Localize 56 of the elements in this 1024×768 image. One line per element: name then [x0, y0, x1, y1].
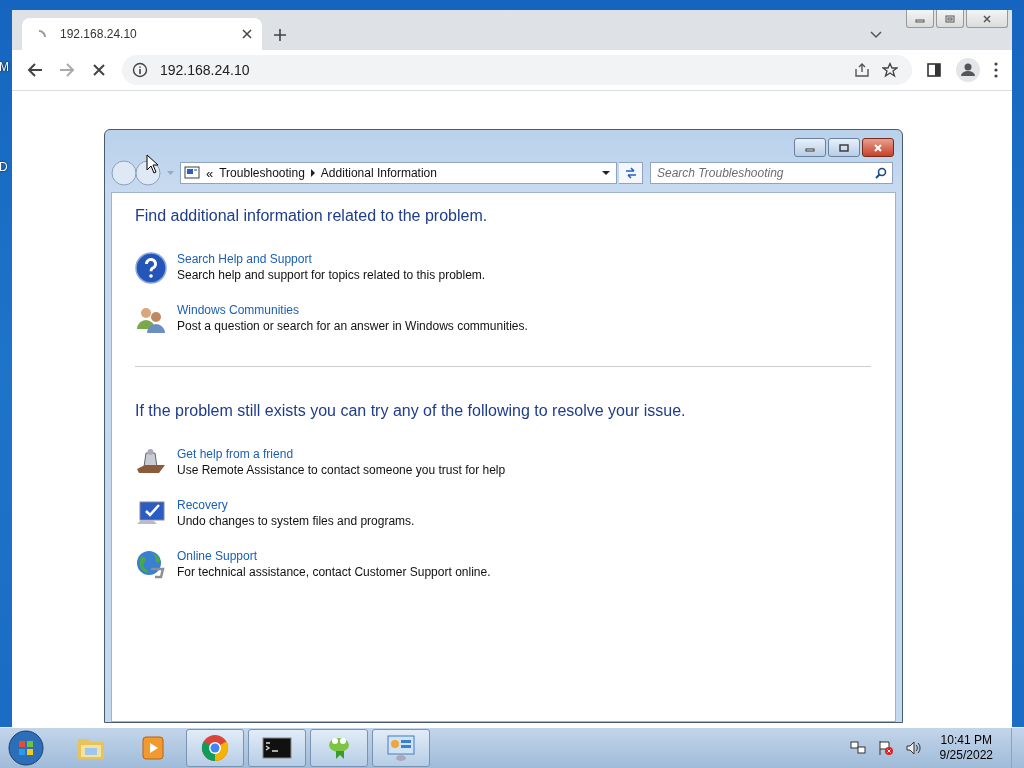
- task-description: For technical assistance, contact Customer Support online.: [177, 565, 491, 579]
- restore-icon: [945, 14, 955, 23]
- section-heading: Find additional information related to the problem.: [135, 207, 489, 225]
- chevron-down-icon[interactable]: [870, 31, 882, 39]
- task-description: Post a question or search for an answer in Windows communities.: [177, 319, 528, 333]
- task-link[interactable]: Windows Communities: [177, 303, 300, 317]
- clock[interactable]: 10:41 PM 9/25/2022: [939, 733, 993, 763]
- chrome-logo-icon: [200, 733, 230, 763]
- close-icon: [982, 14, 992, 23]
- flag-error-icon[interactable]: [877, 740, 894, 756]
- taskbar-app-button[interactable]: [248, 729, 306, 767]
- breadcrumb-bar[interactable]: « Troubleshooting Additional Information: [180, 162, 617, 184]
- refresh-button[interactable]: [619, 162, 643, 184]
- task-description: Undo changes to system files and programs.: [177, 514, 415, 528]
- help-icon[interactable]: [135, 252, 167, 284]
- minimize-button[interactable]: [906, 10, 934, 28]
- refresh-arrows-icon: [623, 166, 638, 180]
- task-description: Search help and support for topics related to this problem.: [177, 268, 486, 282]
- star-icon[interactable]: [882, 62, 898, 78]
- task-link[interactable]: Search Help and Support: [177, 252, 312, 266]
- info-icon[interactable]: [132, 62, 148, 78]
- search-field[interactable]: Search Troubleshooting: [650, 162, 893, 184]
- maximize-button[interactable]: [828, 138, 860, 157]
- menu-icon[interactable]: [994, 62, 998, 78]
- new-tab-icon[interactable]: [274, 29, 286, 41]
- close-icon[interactable]: [242, 29, 252, 39]
- maximize-button[interactable]: [936, 10, 964, 28]
- task-link[interactable]: Online Support: [177, 549, 258, 563]
- task-link[interactable]: Recovery: [177, 498, 228, 512]
- back-icon[interactable]: [26, 61, 44, 79]
- dropdown-caret-icon[interactable]: [602, 171, 610, 175]
- network-icon[interactable]: [849, 740, 866, 756]
- control-panel-icon: [184, 165, 200, 181]
- control-panel-icon: [386, 733, 416, 763]
- address-bar[interactable]: 192.168.24.10: [122, 55, 912, 85]
- close-button[interactable]: [862, 138, 894, 157]
- start-button[interactable]: [8, 730, 44, 766]
- breadcrumb-item[interactable]: Additional Information: [320, 166, 437, 180]
- breadcrumb-item[interactable]: Troubleshooting: [219, 166, 305, 180]
- share-icon[interactable]: [854, 62, 870, 78]
- separator-arrow-icon[interactable]: [310, 169, 315, 177]
- desktop-icon-label[interactable]: M: [0, 60, 9, 74]
- mouse-pointer-icon: [146, 154, 158, 174]
- globe-icon[interactable]: [135, 549, 167, 581]
- speaker-icon[interactable]: [905, 740, 922, 756]
- task-link[interactable]: Get help from a friend: [177, 447, 294, 461]
- task-description: Use Remote Assistance to contact someone you trust for help: [177, 463, 506, 477]
- browser-tab[interactable]: 192.168.24.10: [22, 18, 262, 50]
- side-panel-icon[interactable]: [926, 62, 942, 78]
- minimize-button[interactable]: [794, 138, 826, 157]
- search-icon[interactable]: [875, 167, 887, 179]
- maximize-icon: [839, 143, 849, 152]
- section-heading: If the problem still exists you can try any of the following to resolve your issue.: [135, 402, 687, 420]
- desktop-icon-label[interactable]: D: [0, 160, 9, 174]
- close-icon: [873, 143, 883, 152]
- profile-icon[interactable]: [956, 58, 980, 82]
